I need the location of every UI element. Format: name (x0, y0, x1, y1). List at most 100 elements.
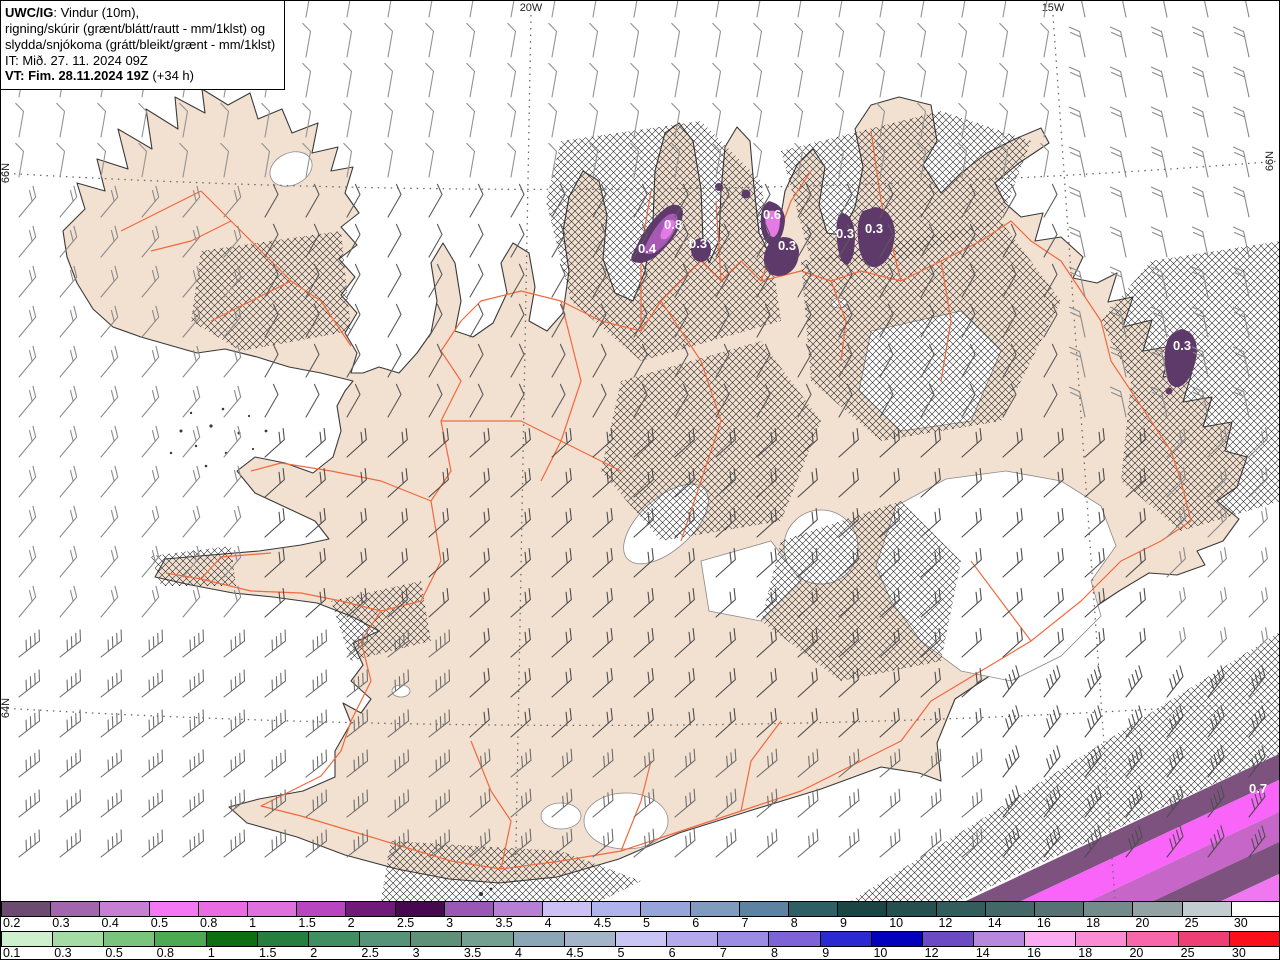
colorbar-sleet-labels: 0.2 0.3 0.4 0.5 0.8 1 1.5 2 2.5 3 3.5 4 4.5 5 6 7 8 9 10 12… (1, 916, 1279, 931)
legend-tick-label: 9 (822, 946, 830, 960)
legend-segment (1182, 902, 1232, 916)
legend-tick-label: 1 (207, 946, 215, 960)
legend-tick-label: 20 (1135, 916, 1150, 930)
legend-tick-label: 0.1 (3, 946, 21, 960)
legend-segment (789, 902, 839, 916)
legend-segment (922, 932, 974, 946)
legend-tick-label: 6 (692, 916, 700, 930)
legend-segment (1178, 932, 1230, 946)
legend-tick-label: 30 (1233, 916, 1248, 930)
legend-tick-label: 1 (249, 916, 257, 930)
legend-tick-label: 7 (719, 946, 727, 960)
legend-segment (1084, 902, 1134, 916)
legend-segment (395, 902, 445, 916)
legend-tick-label: 0.4 (101, 916, 119, 930)
legend-tick-label: 8 (771, 946, 778, 960)
glacier-myrdalsjokull (583, 792, 669, 850)
legend-tick-label: 20 (1129, 946, 1144, 960)
legend-segment (297, 902, 347, 916)
legend-tick-label: 0.8 (156, 946, 174, 960)
legend-segment (462, 932, 514, 946)
legend-tick-label: 18 (1078, 946, 1093, 960)
legend-tick-label: 2.5 (396, 916, 415, 930)
legend-tick-label: 14 (975, 946, 990, 960)
legend-tick-label: 2 (347, 916, 355, 930)
legend-tick-label: 9 (839, 916, 847, 930)
title-line-1-rest: : Vindur (10m), (53, 5, 140, 20)
legend-segment (667, 932, 719, 946)
legend-segment (1231, 902, 1279, 916)
legend-segment (592, 902, 642, 916)
legend-tick-label: 5 (643, 916, 650, 930)
legend-segment (346, 902, 396, 916)
valid-time: VT: Fim. 28.11.2024 19Z (+34 h) (5, 68, 275, 84)
valid-time-bold: VT: Fim. 28.11.2024 19Z (5, 68, 149, 84)
precip-value-label: 0.3 (778, 238, 796, 253)
legend-segment (513, 932, 565, 946)
title-line-1: UWC/IG: Vindur (10m), (5, 5, 275, 21)
legend-tick-label: 1.5 (259, 946, 277, 960)
legend-tick-label: 3 (412, 946, 420, 960)
title-line-2: rigning/skúrir (grænt/blátt/rautt - mm/1… (5, 20, 266, 36)
legend-tick-label: 4.5 (593, 916, 612, 930)
legend-tick-label: 30 (1231, 946, 1246, 960)
title-line-3: slydda/snjókoma (grátt/bleikt/grænt - mm… (5, 36, 276, 52)
title-box: UWC/IG: Vindur (10m), rigning/skúrir (gr… (1, 1, 286, 91)
legend-segment (871, 932, 923, 946)
legend-tick-label: 1.5 (298, 916, 316, 930)
legend-segment (1229, 932, 1279, 946)
legend-segment (887, 902, 937, 916)
legend-segment (718, 932, 770, 946)
glacier-eyjafjallajokull (540, 802, 582, 830)
legend-tick-label: 2.5 (361, 946, 379, 960)
legend-tick-label: 0.2 (3, 916, 21, 930)
legend-tick-label: 0.3 (54, 946, 72, 960)
legend-segment (1, 902, 52, 916)
legend-segment (1025, 932, 1077, 946)
legend-segment (1076, 932, 1128, 946)
legend-segment (820, 932, 872, 946)
legend: 0.2 0.3 0.4 0.5 0.8 1 1.5 2 2.5 3 3.5 4 4.5 5 6 7 8 9 10 12… (1, 901, 1279, 960)
legend-segment (543, 902, 593, 916)
legend-segment (155, 932, 207, 946)
precip-value-label: 0.3 (1173, 338, 1191, 353)
legend-tick-label: 25 (1180, 946, 1195, 960)
legend-segment (206, 932, 258, 946)
valid-time-offset: (+34 h) (148, 68, 194, 84)
legend-tick-label: 25 (1184, 916, 1199, 930)
legend-tick-label: 4 (544, 916, 552, 930)
legend-tick-label: 6 (668, 946, 676, 960)
legend-tick-label: 8 (790, 916, 798, 930)
legend-segment (838, 902, 888, 916)
legend-tick-label: 4.5 (566, 946, 584, 960)
colorbar-rain-labels: 0.1 0.3 0.5 0.8 1 1.5 2 2.5 3 3.5 4 4.5 5 6 7 8 9 10 12 14 1… (1, 946, 1279, 960)
legend-segment (936, 902, 986, 916)
model-name: UWC/IG (5, 5, 54, 20)
legend-tick-label: 10 (889, 916, 904, 930)
legend-tick-label: 5 (617, 946, 625, 960)
legend-tick-label: 12 (938, 916, 953, 930)
legend-segment (493, 902, 544, 916)
legend-segment (1, 932, 54, 946)
legend-segment (360, 932, 412, 946)
iceland-weather-map: 20W 15W66N66N64N 0.80.4 0.30.60.30.3 0.30.3… (1, 1, 1279, 901)
legend-segment (564, 932, 616, 946)
meridian-label: 20W (520, 2, 543, 14)
init-time: IT: Mið. 27. 11. 2024 09Z (5, 52, 148, 68)
legend-segment (444, 902, 494, 916)
legend-tick-label: 3.5 (495, 916, 513, 930)
parallel-label-right: 66N (1264, 151, 1276, 171)
precip-value-label: 0.4 (638, 241, 657, 256)
legend-segment (104, 932, 156, 946)
colorbar-sleet-snow (1, 901, 1279, 917)
precip-value-label: 0.3 (836, 226, 854, 241)
parallel-label-left: 66N (1, 163, 12, 183)
legend-segment (985, 902, 1035, 916)
legend-segment (1127, 932, 1179, 946)
precip-value-label: 0.8 (664, 217, 682, 232)
weather-map-viewport: 20W 15W 66N 66N 64N 0.8 0.4 0.3 0.6 0.3 0.3 0.3 0.3… (0, 0, 1280, 960)
legend-tick-label: 16 (1036, 916, 1051, 930)
legend-segment (308, 932, 361, 946)
legend-tick-label: 7 (741, 916, 749, 930)
legend-tick-label: 0.5 (150, 916, 169, 930)
